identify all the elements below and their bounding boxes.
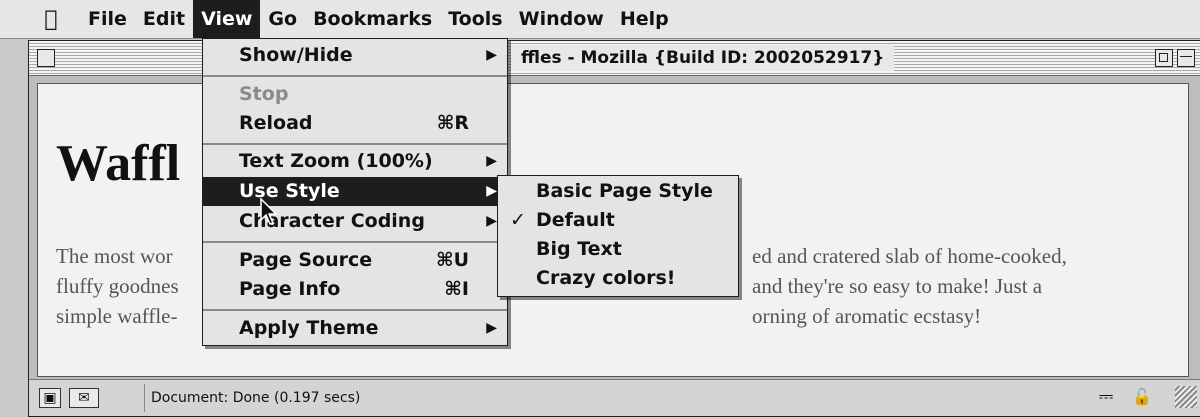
menu-item-label: Text Zoom (100%): [239, 150, 433, 172]
menu-item-stop[interactable]: Stop: [203, 80, 507, 109]
menu-item-label: Page Source: [239, 249, 373, 271]
mail-icon[interactable]: ✉: [69, 388, 99, 408]
menu-item-label: Page Info: [239, 278, 341, 300]
menu-view[interactable]: View: [193, 0, 261, 38]
submenu-arrow-icon: ▶: [486, 153, 497, 169]
menu-window[interactable]: Window: [511, 0, 612, 38]
menu-edit[interactable]: Edit: [135, 0, 193, 38]
menu-item-page-source[interactable]: Page Source ⌘U: [203, 246, 507, 275]
style-item-default[interactable]: ✓ Default: [498, 206, 738, 235]
mouse-pointer-icon: [260, 198, 278, 225]
component-bar-icon[interactable]: ▣: [39, 388, 61, 408]
collapse-box-icon[interactable]: [1177, 49, 1195, 67]
menu-bar:  File Edit View Go Bookmarks Tools Wind…: [0, 0, 1200, 39]
menu-item-label: Reload: [239, 112, 313, 134]
menu-item-label: Default: [536, 209, 615, 231]
menu-item-character-coding[interactable]: Character Coding ▶: [203, 207, 507, 236]
keyboard-shortcut: ⌘R: [436, 112, 469, 134]
checkmark-icon: ✓: [510, 209, 526, 231]
view-menu-dropdown: Show/Hide ▶ Stop Reload ⌘R Text Zoom (10…: [202, 38, 508, 346]
zoom-box-icon[interactable]: [1155, 49, 1173, 67]
menu-item-label: Big Text: [536, 238, 622, 260]
submenu-arrow-icon: ▶: [486, 213, 497, 229]
use-style-submenu: Basic Page Style ✓ Default Big Text Craz…: [497, 175, 739, 297]
apple-icon[interactable]: : [38, 7, 64, 32]
menu-file[interactable]: File: [80, 0, 135, 38]
body-text-line: fluffy goodnes: [56, 274, 179, 298]
menu-separator: [203, 143, 507, 145]
style-item-big-text[interactable]: Big Text: [498, 235, 738, 264]
menu-item-label: Basic Page Style: [536, 180, 713, 202]
menu-separator: [203, 241, 507, 243]
submenu-arrow-icon: ▶: [486, 320, 497, 336]
page-heading: Waffl: [56, 135, 181, 192]
window-title: ffles - Mozilla {Build ID: 2002052917}: [511, 45, 895, 71]
menu-item-reload[interactable]: Reload ⌘R: [203, 109, 507, 138]
menu-go[interactable]: Go: [260, 0, 305, 38]
menu-item-label: Use Style: [239, 180, 340, 202]
keyboard-shortcut: ⌘U: [435, 249, 469, 271]
security-lock-icon[interactable]: 🔓: [1131, 388, 1153, 406]
menu-separator: [203, 309, 507, 311]
close-box-icon[interactable]: [37, 49, 55, 67]
body-text-line: simple waffle-: [56, 304, 178, 328]
body-text-line: ed and cratered slab of home-cooked,: [752, 244, 1067, 268]
body-text-line: The most wor: [56, 244, 173, 268]
menu-item-page-info[interactable]: Page Info ⌘I: [203, 275, 507, 304]
status-bar: ▣ ✉ Document: Done (0.197 secs) ⎓ 🔓: [29, 379, 1200, 416]
menu-tools[interactable]: Tools: [440, 0, 510, 38]
menu-item-label: Show/Hide: [239, 44, 353, 66]
menu-help[interactable]: Help: [612, 0, 677, 38]
body-text-line: orning of aromatic ecstasy!: [752, 304, 982, 328]
menu-item-use-style[interactable]: Use Style ▶: [203, 177, 507, 206]
resize-grip-icon[interactable]: [1175, 386, 1197, 408]
online-connection-icon[interactable]: ⎓: [1089, 388, 1123, 406]
keyboard-shortcut: ⌘I: [444, 278, 469, 300]
submenu-arrow-icon: ▶: [486, 183, 497, 199]
body-text-line: and they're so easy to make! Just a: [752, 274, 1043, 298]
style-item-crazy-colors[interactable]: Crazy colors!: [498, 264, 738, 293]
menu-item-show-hide[interactable]: Show/Hide ▶: [203, 41, 507, 70]
menu-item-label: Apply Theme: [239, 317, 379, 339]
menu-item-label: Crazy colors!: [536, 267, 676, 289]
menu-bookmarks[interactable]: Bookmarks: [305, 0, 440, 38]
submenu-arrow-icon: ▶: [486, 47, 497, 63]
menu-separator: [203, 75, 507, 77]
style-item-basic-page-style[interactable]: Basic Page Style: [498, 177, 738, 206]
status-text: Document: Done (0.197 secs): [144, 384, 711, 412]
menu-item-label: Stop: [239, 83, 289, 105]
menu-item-text-zoom[interactable]: Text Zoom (100%) ▶: [203, 147, 507, 176]
menu-item-apply-theme[interactable]: Apply Theme ▶: [203, 314, 507, 343]
